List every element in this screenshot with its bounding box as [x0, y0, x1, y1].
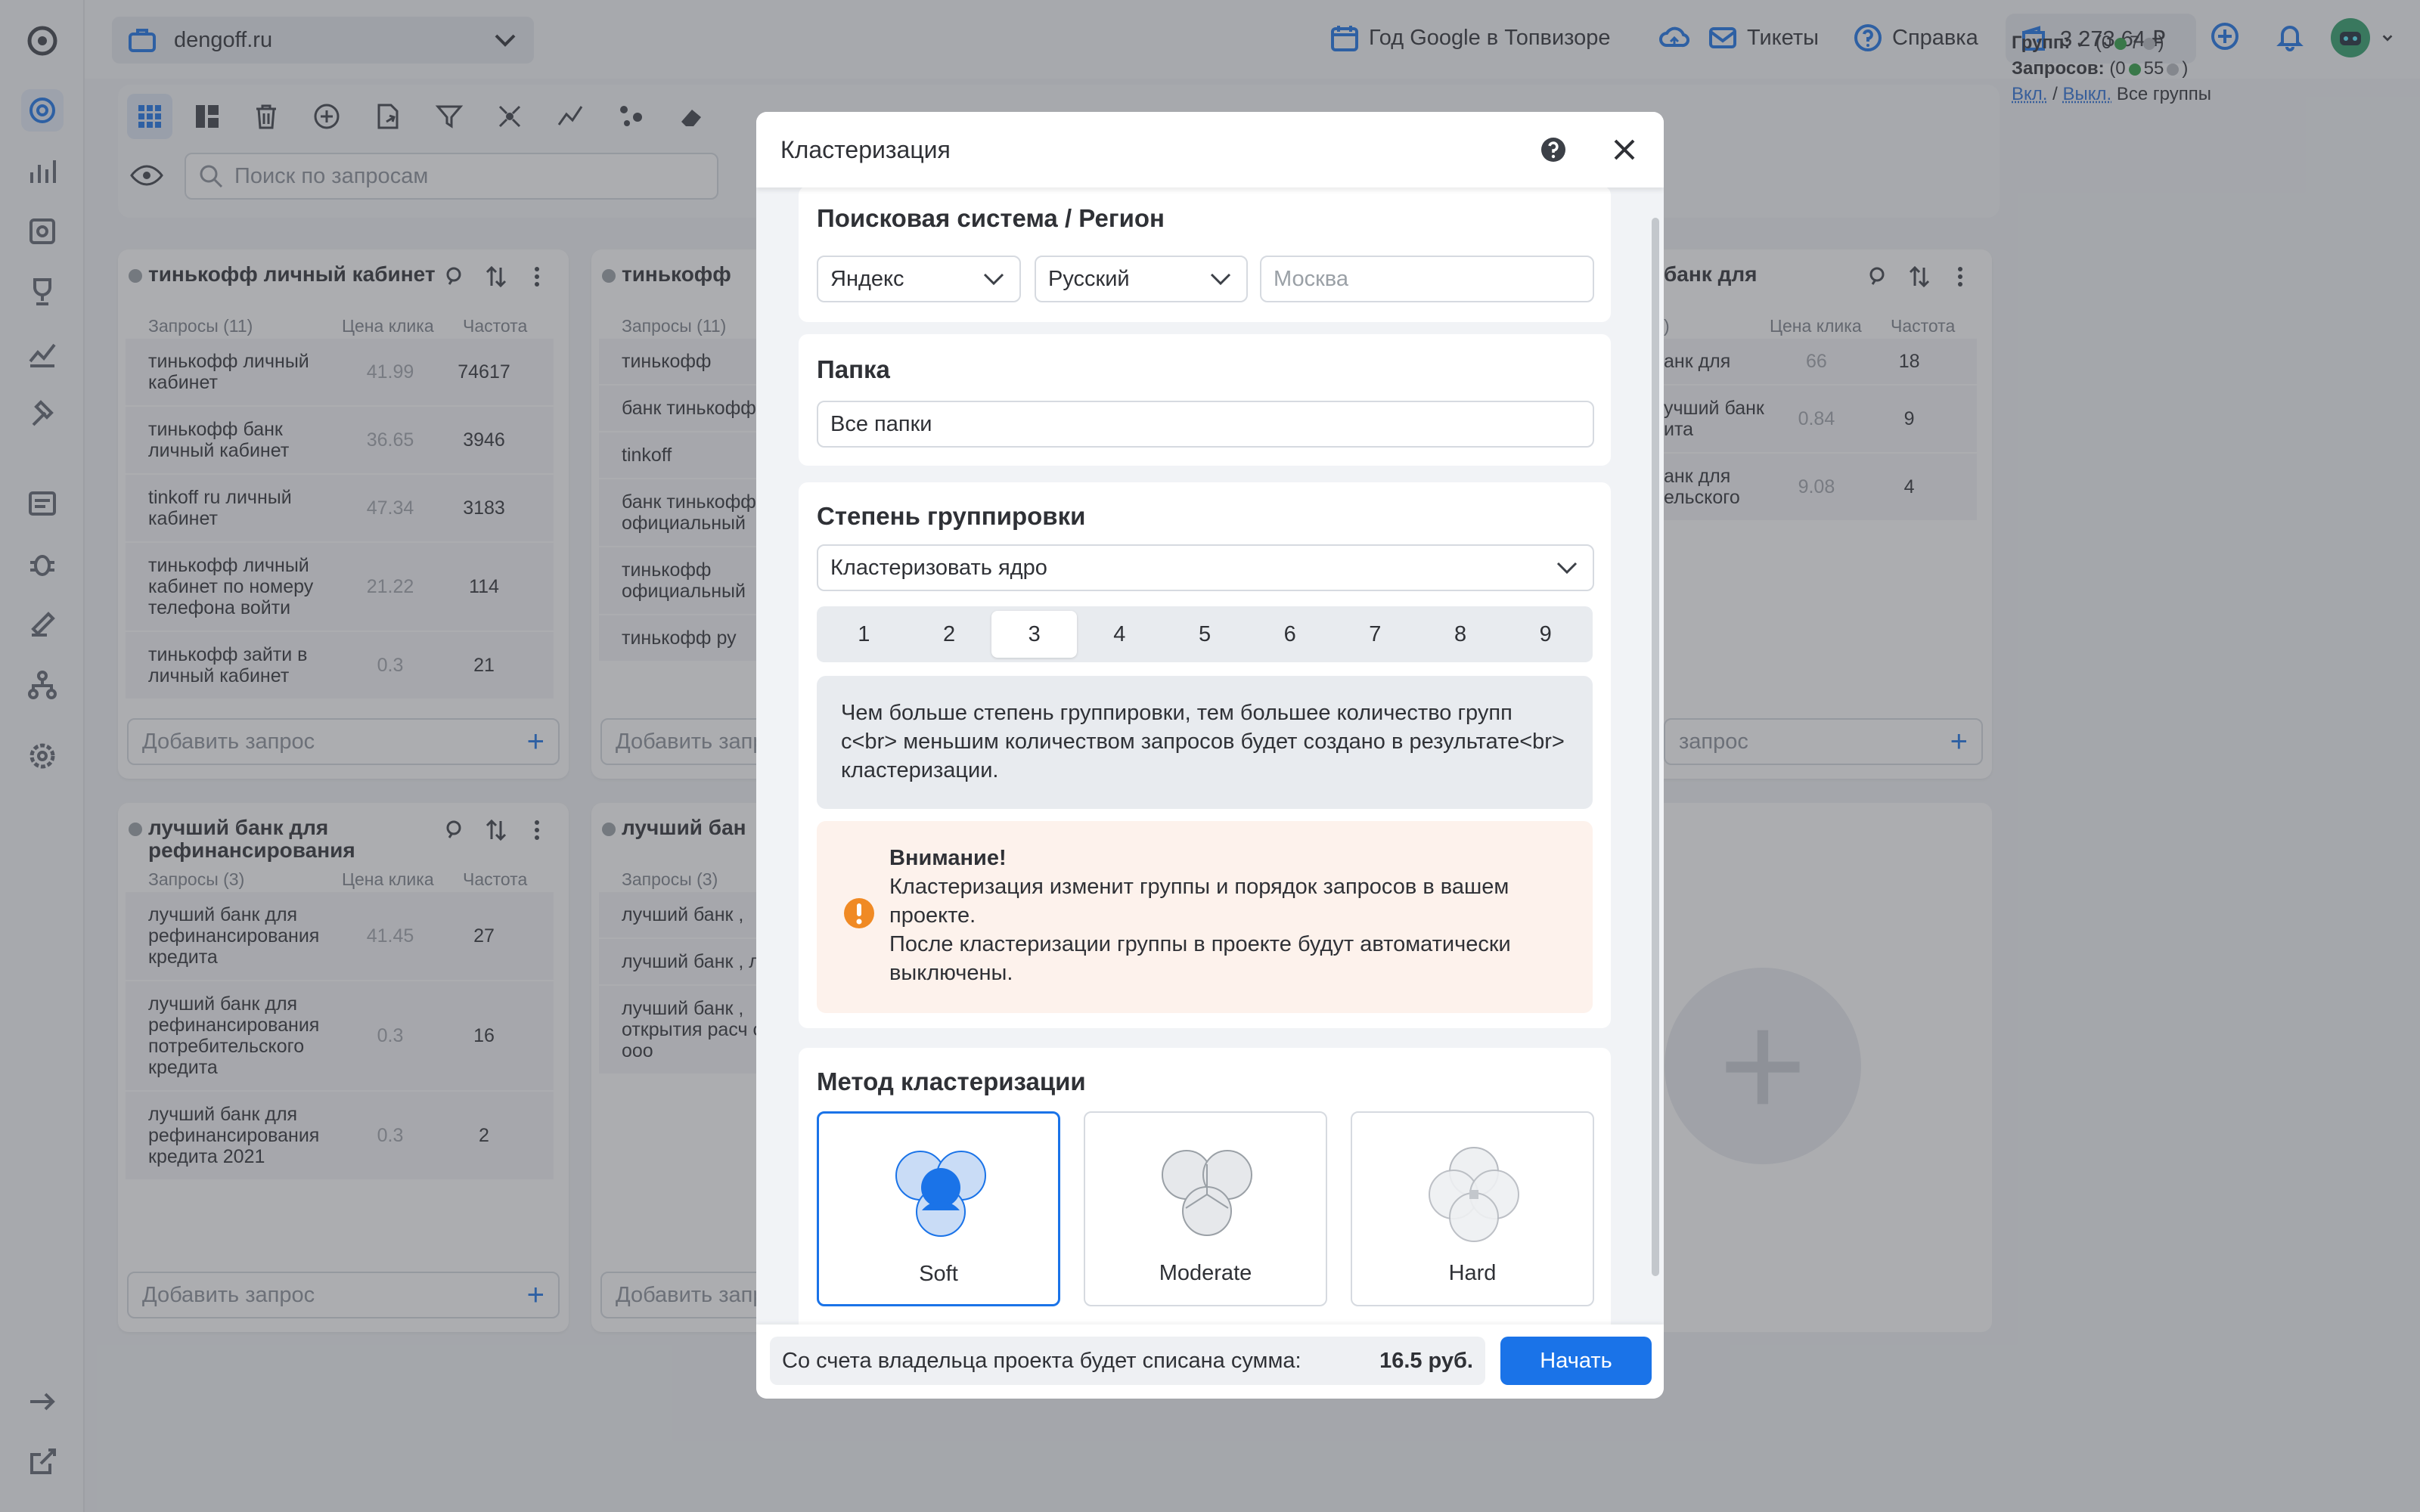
degree-option[interactable]: 5 [1162, 611, 1248, 658]
grouping-hint: Чем больше степень группировки, тем боль… [817, 676, 1593, 809]
hard-venn-icon [1429, 1147, 1519, 1242]
method-hard-option[interactable]: Hard [1351, 1111, 1594, 1306]
warning-title: Внимание! [889, 846, 1007, 870]
chevron-down-icon [1210, 273, 1231, 286]
warning-text-1: Кластеризация изменит группы и порядок з… [889, 875, 1509, 928]
grouping-mode-select[interactable]: Кластеризовать ядро [817, 544, 1594, 591]
soft-venn-icon [895, 1151, 986, 1237]
warning-box: Внимание! Кластеризация изменит группы и… [817, 821, 1593, 1013]
method-moderate-option[interactable]: Moderate [1084, 1111, 1327, 1306]
moderate-venn-icon [1162, 1150, 1252, 1236]
method-hard-label: Hard [1448, 1261, 1497, 1285]
modal-footer: Со счета владельца проекта будет списана… [756, 1325, 1664, 1399]
method-card: Метод кластеризации Soft Moderate Hard [799, 1048, 1611, 1365]
degree-option[interactable]: 4 [1077, 611, 1162, 658]
degree-option[interactable]: 8 [1418, 611, 1503, 658]
method-title: Метод кластеризации [817, 1067, 1086, 1095]
modal-title: Кластеризация [780, 135, 951, 163]
grouping-degree-selector: 1 2 3 4 5 6 7 8 9 [817, 606, 1593, 662]
warning-icon [844, 898, 874, 928]
modal-scrollbar[interactable] [1652, 218, 1659, 1276]
degree-option[interactable]: 2 [907, 611, 992, 658]
charge-info: Со счета владельца проекта будет списана… [770, 1337, 1485, 1385]
grouping-title: Степень группировки [817, 502, 1086, 530]
chevron-down-icon [983, 273, 1004, 286]
folder-title: Папка [817, 355, 890, 383]
help-icon[interactable] [1538, 135, 1568, 165]
degree-option[interactable]: 7 [1333, 611, 1418, 658]
folder-card: Папка Все папки [799, 334, 1611, 466]
folder-select[interactable]: Все папки [817, 401, 1594, 448]
charge-text: Со счета владельца проекта будет списана… [782, 1348, 1302, 1373]
start-button[interactable]: Начать [1500, 1337, 1652, 1385]
language-select[interactable]: Русский [1035, 256, 1248, 302]
method-soft-label: Soft [919, 1262, 958, 1286]
degree-option[interactable]: 9 [1503, 611, 1588, 658]
clustering-modal: Поисковая система / Регион Яндекс Русски… [756, 112, 1664, 1399]
engine-select[interactable]: Яндекс [817, 256, 1021, 302]
modal-body: Поисковая система / Регион Яндекс Русски… [756, 186, 1664, 1399]
region-input[interactable]: Москва [1260, 256, 1594, 302]
warning-text-2: После кластеризации группы в проекте буд… [889, 932, 1511, 985]
degree-option[interactable]: 1 [821, 611, 907, 658]
degree-option-selected[interactable]: 3 [991, 611, 1078, 658]
close-icon[interactable] [1609, 135, 1640, 165]
chevron-down-icon [1556, 562, 1578, 575]
grouping-card: Степень группировки Кластеризовать ядро … [799, 482, 1611, 1028]
method-moderate-label: Moderate [1159, 1261, 1252, 1285]
method-soft-option[interactable]: Soft [817, 1111, 1060, 1306]
search-engine-title: Поисковая система / Регион [817, 204, 1165, 232]
degree-option[interactable]: 6 [1247, 611, 1333, 658]
charge-amount: 16.5 руб. [1379, 1348, 1473, 1373]
search-engine-card: Поисковая система / Регион Яндекс Русски… [799, 186, 1611, 322]
modal-header: Кластеризация [756, 112, 1664, 187]
